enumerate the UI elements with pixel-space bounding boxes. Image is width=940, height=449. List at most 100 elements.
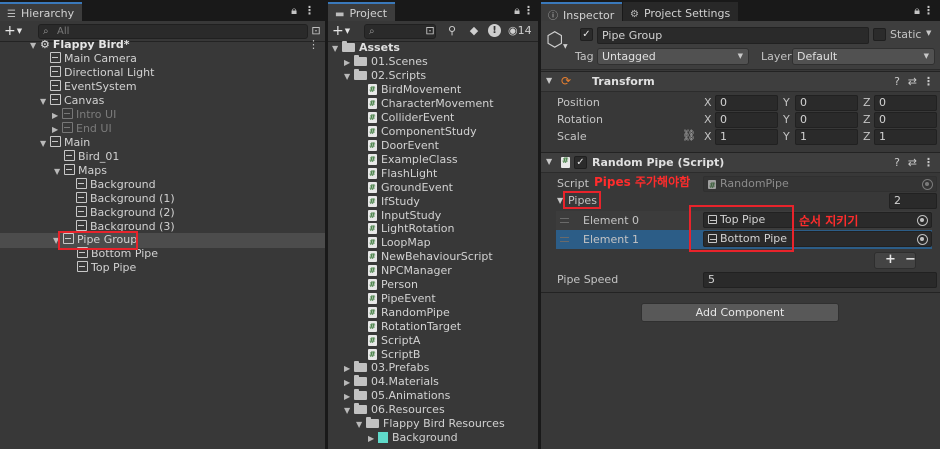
rotation-z-field[interactable]: 0 bbox=[874, 112, 937, 128]
project-item[interactable]: ▶ Background bbox=[328, 431, 538, 445]
hierarchy-item[interactable]: ▼ Canvas bbox=[0, 94, 325, 108]
foldout-arrow-icon[interactable]: ▼ bbox=[546, 76, 552, 85]
project-item[interactable]: LightRotation bbox=[328, 222, 538, 236]
project-item[interactable]: ScriptA bbox=[328, 334, 538, 348]
hierarchy-item[interactable]: Top Pipe bbox=[0, 261, 325, 275]
project-item[interactable]: ▶ 04.Materials bbox=[328, 375, 538, 389]
presets-icon[interactable]: ⇄ bbox=[908, 75, 917, 88]
scale-y-field[interactable]: 1 bbox=[795, 129, 858, 145]
expand-arrow-icon[interactable]: ▼ bbox=[344, 70, 354, 84]
hierarchy-item[interactable]: Background (3) bbox=[0, 220, 325, 234]
create-asset-button[interactable]: +▼ bbox=[332, 23, 350, 39]
expand-arrow-icon[interactable]: ▼ bbox=[356, 418, 366, 432]
constrain-proportions-icon[interactable]: ⛓ bbox=[682, 129, 696, 142]
icon-dropdown-arrow[interactable]: ▼ bbox=[563, 43, 568, 50]
tab-inspector[interactable]: ⓘ Inspector bbox=[541, 2, 623, 22]
hierarchy-item[interactable]: Directional Light bbox=[0, 66, 325, 80]
hierarchy-item[interactable]: ▼ Main bbox=[0, 136, 325, 150]
position-x-field[interactable]: 0 bbox=[715, 95, 778, 111]
collapse-arrow-icon[interactable]: ▶ bbox=[344, 390, 354, 404]
tab-menu-icon[interactable]: ⋮ bbox=[304, 4, 315, 17]
active-checkbox[interactable]: ✓ bbox=[580, 28, 593, 41]
collapse-arrow-icon[interactable]: ▶ bbox=[344, 362, 354, 376]
tab-project[interactable]: ▬ Project bbox=[328, 2, 396, 21]
expand-arrow-icon[interactable]: ▼ bbox=[30, 39, 40, 53]
lock-icon[interactable]: 🔒︎ bbox=[514, 4, 520, 18]
hierarchy-item[interactable]: Background (2) bbox=[0, 206, 325, 220]
hierarchy-search-input[interactable]: ⌕ All bbox=[38, 24, 308, 39]
pipes-size-field[interactable]: 2 bbox=[889, 193, 937, 209]
hidden-packages-count[interactable]: ◉14 bbox=[508, 24, 538, 39]
project-item[interactable]: NewBehaviourScript bbox=[328, 250, 538, 264]
remove-element-button[interactable]: − bbox=[905, 252, 916, 267]
collapse-arrow-icon[interactable]: ▶ bbox=[52, 109, 62, 123]
hierarchy-item[interactable]: Bottom Pipe bbox=[0, 247, 325, 261]
project-item[interactable]: DoorEvent bbox=[328, 139, 538, 153]
drag-handle-icon[interactable] bbox=[560, 237, 569, 242]
object-picker-icon[interactable] bbox=[917, 215, 928, 226]
project-item[interactable]: IfStudy bbox=[328, 195, 538, 209]
hierarchy-item[interactable]: ▶ Intro UI bbox=[0, 108, 325, 122]
project-item[interactable]: InputStudy bbox=[328, 209, 538, 223]
foldout-arrow-icon[interactable]: ▼ bbox=[557, 196, 563, 205]
tab-project-settings[interactable]: ⚙ Project Settings bbox=[623, 2, 739, 21]
hierarchy-item[interactable]: EventSystem bbox=[0, 80, 325, 94]
expand-arrow-icon[interactable]: ▼ bbox=[40, 95, 50, 109]
search-filter-icon[interactable]: ⊡ bbox=[308, 24, 324, 39]
project-item[interactable]: NPCManager bbox=[328, 264, 538, 278]
hierarchy-item[interactable]: ▼ Maps bbox=[0, 164, 325, 178]
position-y-field[interactable]: 0 bbox=[795, 95, 858, 111]
hierarchy-item[interactable]: Background bbox=[0, 178, 325, 192]
tab-hierarchy[interactable]: ☰ Hierarchy bbox=[0, 2, 83, 21]
project-item[interactable]: ▼ 02.Scripts bbox=[328, 69, 538, 83]
help-icon[interactable]: ? bbox=[894, 75, 900, 88]
search-by-type-icon[interactable]: ⊡ bbox=[422, 24, 438, 39]
project-item[interactable]: ▶ 01.Scenes bbox=[328, 55, 538, 69]
project-item[interactable]: BirdMovement bbox=[328, 83, 538, 97]
random-pipe-header[interactable]: ▼ ✓ Random Pipe (Script) ? ⇄ ⋮ bbox=[541, 152, 940, 173]
project-item[interactable]: LoopMap bbox=[328, 236, 538, 250]
tab-menu-icon[interactable]: ⋮ bbox=[923, 4, 934, 17]
presets-icon[interactable]: ⇄ bbox=[908, 156, 917, 169]
project-item[interactable]: RotationTarget bbox=[328, 320, 538, 334]
project-item[interactable]: Person bbox=[328, 278, 538, 292]
collapse-arrow-icon[interactable]: ▶ bbox=[344, 376, 354, 390]
scale-z-field[interactable]: 1 bbox=[874, 129, 937, 145]
scene-row[interactable]: ▼ ⚙ Flappy Bird* ⋮ bbox=[0, 38, 325, 52]
pipe-speed-field[interactable]: 5 bbox=[703, 272, 937, 288]
add-element-button[interactable]: + bbox=[885, 252, 896, 267]
scale-x-field[interactable]: 1 bbox=[715, 129, 778, 145]
project-item[interactable]: GroundEvent bbox=[328, 181, 538, 195]
position-z-field[interactable]: 0 bbox=[874, 95, 937, 111]
tab-menu-icon[interactable]: ⋮ bbox=[523, 4, 534, 17]
expand-arrow-icon[interactable]: ▼ bbox=[332, 42, 342, 56]
project-item[interactable]: ▼ Assets bbox=[328, 41, 538, 55]
project-item[interactable]: FlashLight bbox=[328, 167, 538, 181]
collapse-arrow-icon[interactable]: ▶ bbox=[368, 432, 378, 446]
static-dropdown-arrow[interactable]: ▼ bbox=[926, 29, 931, 37]
pipes-element-row[interactable]: Element 0 Top Pipe bbox=[556, 211, 932, 230]
pipes-element-row-selected[interactable]: Element 1 Bottom Pipe bbox=[556, 230, 932, 249]
project-item[interactable]: ColliderEvent bbox=[328, 111, 538, 125]
hierarchy-item[interactable]: ▶ End UI bbox=[0, 122, 325, 136]
panel-splitter[interactable] bbox=[538, 0, 541, 449]
collapse-arrow-icon[interactable]: ▶ bbox=[52, 123, 62, 137]
component-menu-icon[interactable]: ⋮ bbox=[923, 75, 934, 88]
object-picker-icon[interactable] bbox=[917, 234, 928, 245]
add-component-button[interactable]: Add Component bbox=[641, 303, 839, 322]
transform-header[interactable]: ▼ ⟳ Transform ? ⇄ ⋮ bbox=[541, 71, 940, 92]
filter-by-type-icon[interactable]: ⚲ bbox=[444, 24, 460, 39]
project-item[interactable]: RandomPipe bbox=[328, 306, 538, 320]
project-item[interactable]: ▶ 03.Prefabs bbox=[328, 361, 538, 375]
project-item[interactable]: CharacterMovement bbox=[328, 97, 538, 111]
project-item[interactable]: ExampleClass bbox=[328, 153, 538, 167]
expand-arrow-icon[interactable]: ▼ bbox=[40, 137, 50, 151]
help-icon[interactable]: ? bbox=[894, 156, 900, 169]
project-item[interactable]: PipeEvent bbox=[328, 292, 538, 306]
project-item[interactable]: ▼ Flappy Bird Resources bbox=[328, 417, 538, 431]
project-item[interactable]: ScriptB bbox=[328, 348, 538, 362]
collapse-arrow-icon[interactable]: ▶ bbox=[344, 56, 354, 70]
expand-arrow-icon[interactable]: ▼ bbox=[54, 165, 64, 179]
gameobject-large-icon[interactable]: ⬡ bbox=[546, 27, 563, 51]
layer-dropdown[interactable]: Default ▼ bbox=[792, 48, 935, 65]
